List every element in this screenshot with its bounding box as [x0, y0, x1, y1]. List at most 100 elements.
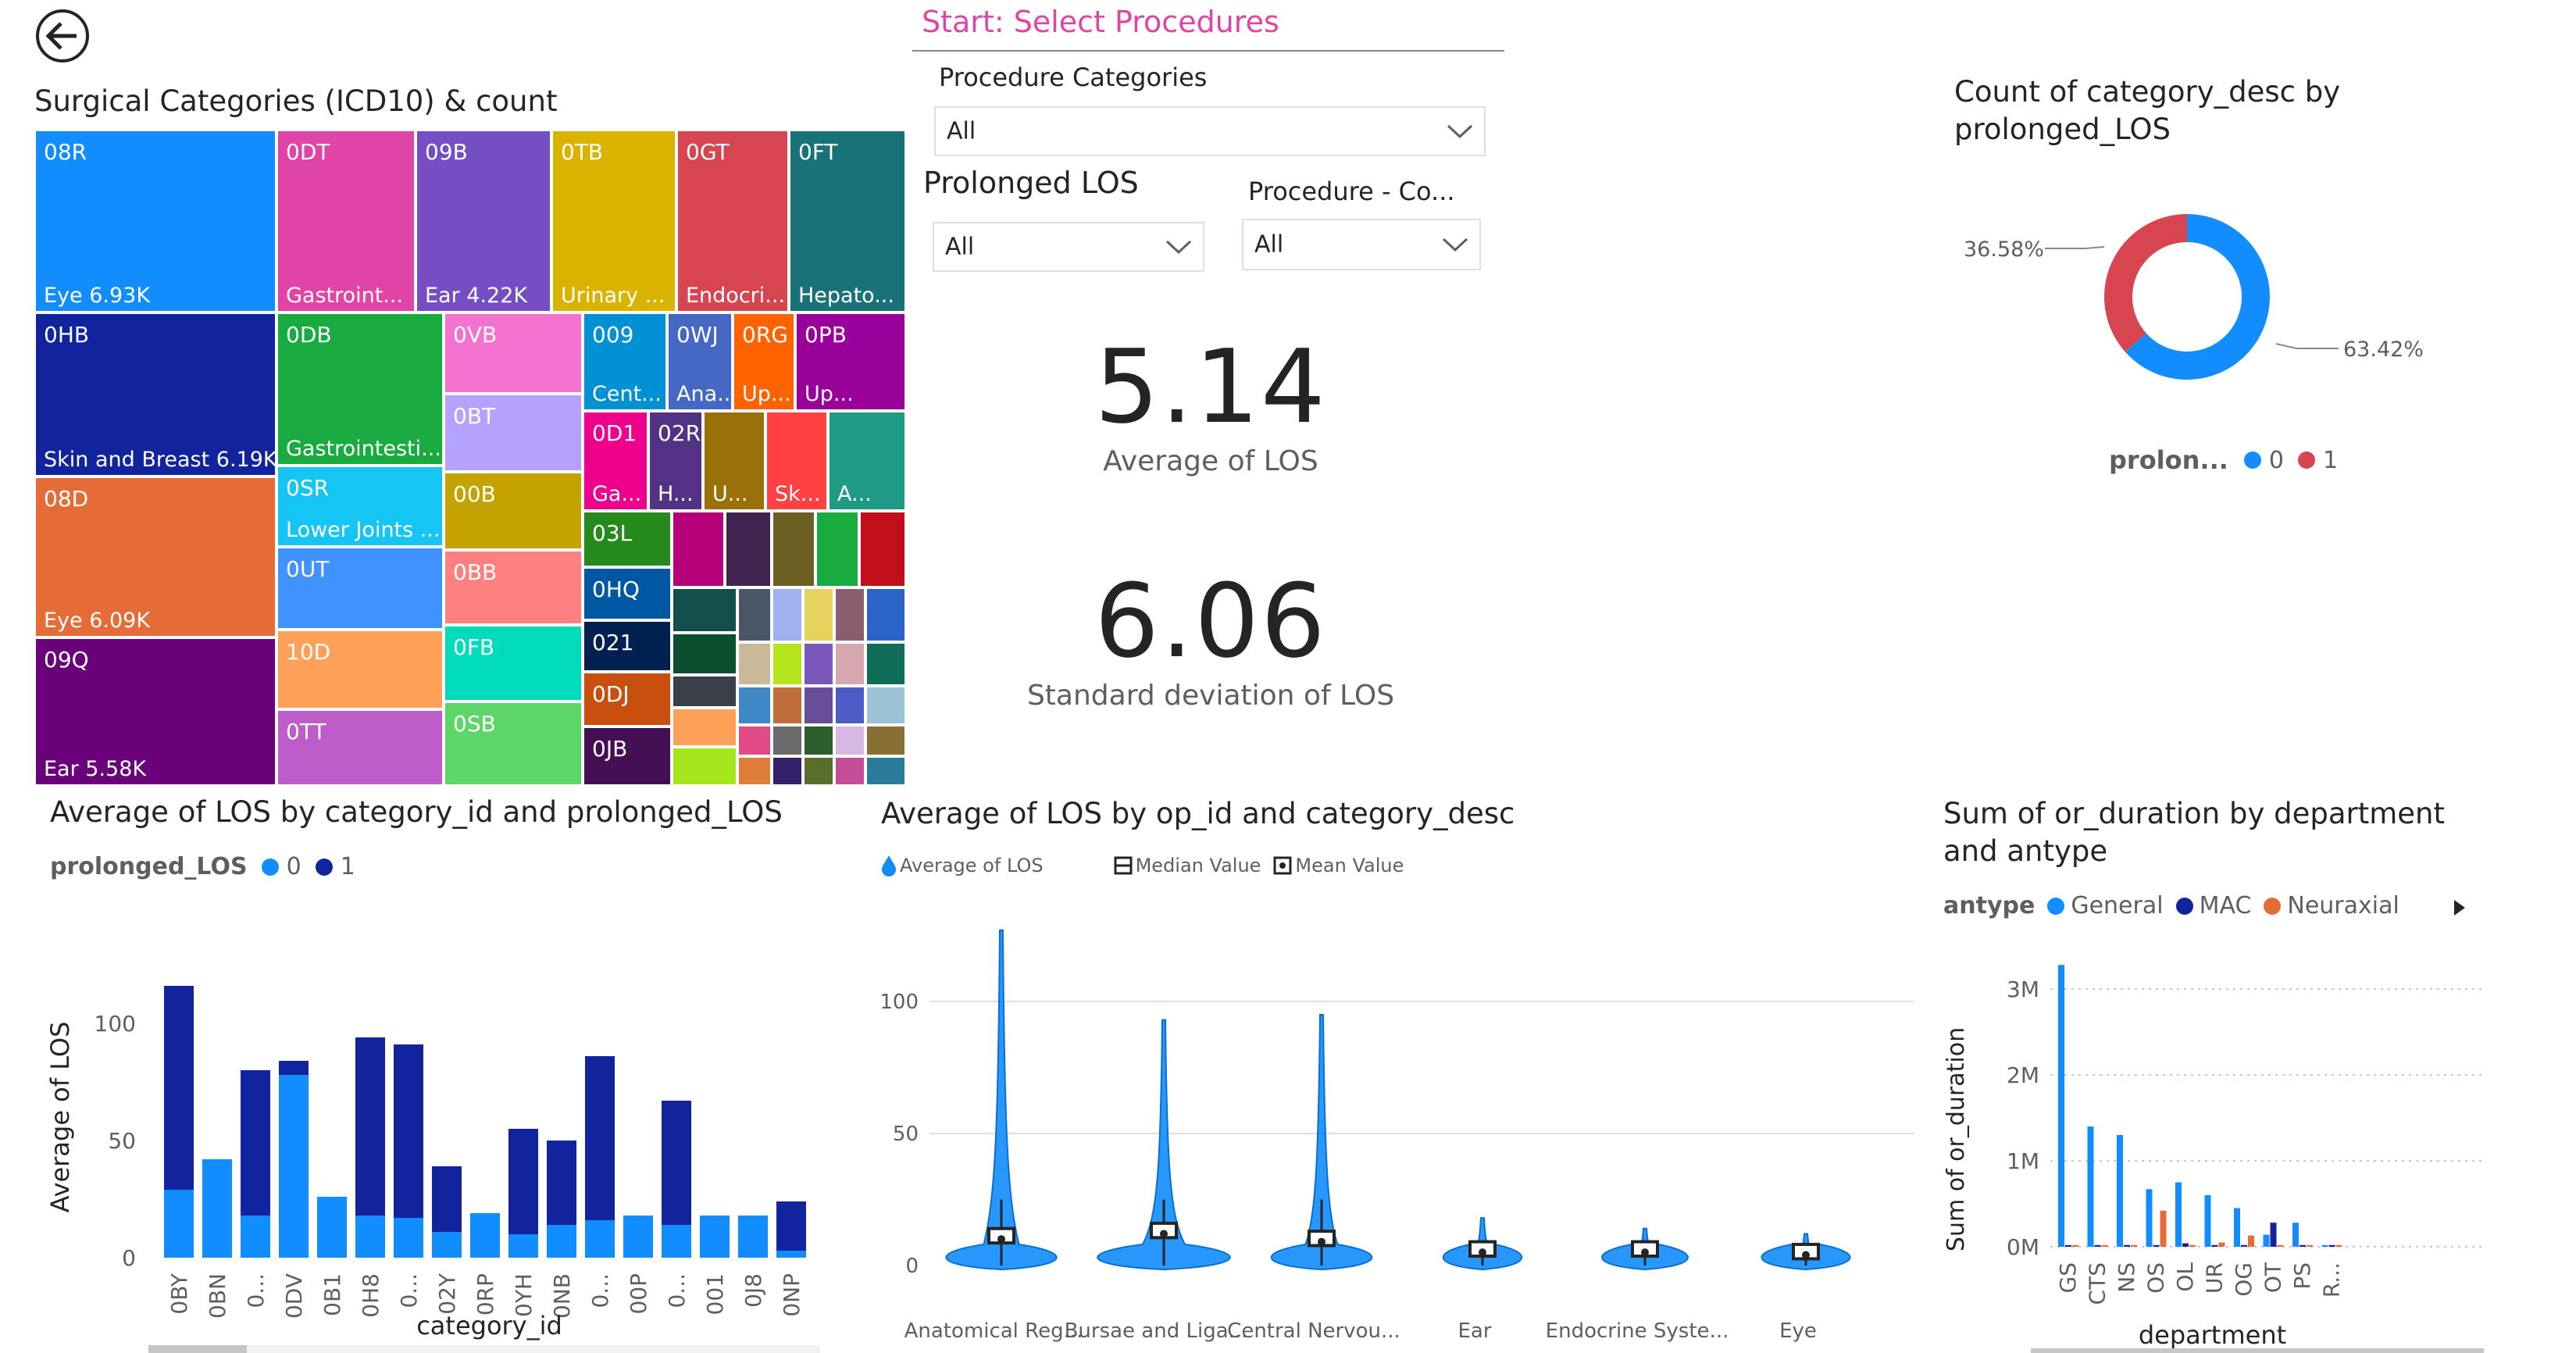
treemap-small-tile[interactable]	[737, 756, 772, 786]
treemap-tile[interactable]: 0PB Up...	[795, 312, 906, 411]
bar-segment	[738, 1216, 768, 1258]
procedure-co-label: Procedure - Co...	[1248, 177, 1455, 206]
treemap-tile[interactable]: 08R Eye 6.93K	[34, 130, 277, 312]
treemap-tile[interactable]: A...	[828, 411, 906, 511]
treemap-small-tile[interactable]	[834, 686, 865, 725]
back-button[interactable]	[34, 8, 91, 64]
treemap-tile[interactable]: 00B	[444, 472, 583, 550]
treemap-small-tile[interactable]	[772, 686, 803, 725]
treemap-tile[interactable]: 10D	[277, 630, 444, 709]
treemap-small-tile[interactable]	[834, 642, 865, 686]
violin-mean-marker	[1641, 1248, 1649, 1257]
treemap-small-tile[interactable]	[834, 756, 865, 786]
bar	[2146, 1189, 2153, 1247]
treemap-small-tile[interactable]	[865, 587, 906, 642]
bar	[2270, 1223, 2277, 1247]
treemap-tile[interactable]: 08D Eye 6.09K	[34, 477, 277, 637]
legend-next-icon[interactable]	[2453, 898, 2467, 917]
treemap-tile[interactable]: 0FT Hepato...	[789, 130, 906, 312]
procedure-co-dropdown[interactable]: All	[1242, 219, 1481, 270]
treemap-small-tile[interactable]	[803, 686, 834, 725]
treemap-small-tile[interactable]	[672, 675, 737, 708]
bar-los-chart[interactable]: 0 50 100 Average of LOS 0BY 0BN 0... 0DV 0B1 0H8 0…	[31, 906, 844, 1344]
back-arrow-icon	[36, 9, 89, 62]
treemap-tile[interactable]: 02R H...	[648, 411, 703, 511]
treemap-tile[interactable]: 0GT Endocri...	[676, 130, 789, 312]
treemap-tile[interactable]: 0VB	[444, 312, 583, 394]
treemap-small-tile[interactable]	[865, 686, 906, 725]
prolonged-los-dropdown[interactable]: All	[933, 222, 1204, 272]
x-axis-label: department	[2139, 1320, 2286, 1350]
treemap-small-tile[interactable]	[834, 587, 865, 642]
treemap-small-tile[interactable]	[803, 725, 834, 756]
treemap-small-tile[interactable]	[803, 756, 834, 786]
treemap-chart[interactable]: 08R Eye 6.93K 0HB Skin and Breast 6.19K 08D E…	[34, 130, 906, 786]
treemap-tile[interactable]: 0WJ Ana...	[667, 312, 733, 411]
treemap-small-tile[interactable]	[737, 725, 772, 756]
treemap-tile[interactable]: 0JB	[583, 726, 672, 786]
x-tick-label: 0...	[587, 1273, 613, 1308]
treemap-tile[interactable]: 0SB	[444, 701, 583, 786]
treemap-small-tile[interactable]	[803, 587, 834, 642]
legend-dot-icon	[2297, 452, 2315, 469]
violin-mean-marker	[1160, 1230, 1168, 1238]
treemap-tile[interactable]: 021	[583, 620, 672, 672]
treemap-tile[interactable]: 0D1 Ga...	[583, 411, 648, 511]
violin-mean-marker	[1802, 1251, 1810, 1259]
treemap-small-tile[interactable]	[737, 642, 772, 686]
x-tick-label: Endocrine Syste...	[1546, 1319, 1729, 1343]
treemap-small-tile[interactable]	[737, 686, 772, 725]
or-duration-legend-item: Neuraxial	[2287, 892, 2399, 919]
treemap-small-tile[interactable]	[865, 725, 906, 756]
treemap-small-tile[interactable]	[672, 511, 725, 587]
treemap-tile[interactable]: 03L	[583, 511, 672, 567]
treemap-small-tile[interactable]	[772, 587, 803, 642]
treemap-tile[interactable]: 0DJ	[583, 672, 672, 726]
treemap-tile[interactable]: 0BB	[444, 550, 583, 625]
treemap-tile[interactable]: U...	[703, 411, 765, 511]
treemap-tile[interactable]: 0DT Gastroint...	[277, 130, 416, 312]
treemap-small-tile[interactable]	[859, 511, 906, 587]
x-tick-label: Eye	[1779, 1319, 1817, 1343]
scrollbar-thumb[interactable]	[148, 1345, 247, 1353]
or-duration-chart[interactable]: 0M1M2M3MSum of or_durationGS CTS NS OS OL UR O…	[1937, 930, 2499, 1351]
legend-dot-icon	[2264, 897, 2282, 915]
treemap-tile[interactable]: 0HB Skin and Breast 6.19K	[34, 312, 277, 477]
treemap-tile[interactable]: 0HQ	[583, 567, 672, 620]
or-duration-scrollbar[interactable]	[2031, 1348, 2484, 1353]
treemap-tile[interactable]: 0DB Gastrointesti...	[277, 312, 444, 466]
treemap-small-tile[interactable]	[865, 756, 906, 786]
treemap-small-tile[interactable]	[672, 708, 737, 747]
treemap-tile[interactable]: 0FB	[444, 625, 583, 701]
treemap-small-tile[interactable]	[672, 633, 737, 675]
treemap-tile[interactable]: 09Q Ear 5.58K	[34, 637, 277, 786]
violin-chart[interactable]: 0 50 100 Anatomical Reg...Bursae and Liga..…	[867, 922, 1914, 1351]
treemap-small-tile[interactable]	[725, 511, 772, 587]
treemap-small-tile[interactable]	[865, 642, 906, 686]
treemap-tile[interactable]: 009 Cent...	[583, 312, 667, 411]
treemap-small-tile[interactable]	[772, 511, 815, 587]
treemap-small-tile[interactable]	[772, 642, 803, 686]
treemap-small-tile[interactable]	[772, 725, 803, 756]
treemap-tile[interactable]: 0TB Urinary ...	[551, 130, 676, 312]
treemap-tile[interactable]: 0UT	[277, 547, 444, 630]
treemap-small-tile[interactable]	[772, 756, 803, 786]
treemap-small-tile[interactable]	[803, 642, 834, 686]
treemap-tile[interactable]: Sk...	[765, 411, 828, 511]
bar-los-scrollbar[interactable]	[148, 1345, 820, 1353]
treemap-small-tile[interactable]	[672, 747, 737, 786]
bar-segment	[317, 1197, 347, 1258]
treemap-small-tile[interactable]	[815, 511, 859, 587]
treemap-tile[interactable]: 09B Ear 4.22K	[416, 130, 551, 312]
treemap-tile[interactable]: 0TT	[277, 709, 444, 786]
procedure-categories-dropdown[interactable]: All	[934, 106, 1486, 156]
y-tick-label: 0M	[2007, 1234, 2039, 1260]
treemap-small-tile[interactable]	[834, 725, 865, 756]
treemap-tile[interactable]: 0SR Lower Joints ...	[277, 466, 444, 547]
treemap-small-tile[interactable]	[737, 587, 772, 642]
treemap-small-tile[interactable]	[672, 587, 737, 633]
treemap-tile-label: Skin and Breast 6.19K	[44, 448, 277, 472]
treemap-tile[interactable]: 0RG Up...	[733, 312, 795, 411]
treemap-tile[interactable]: 0BT	[444, 394, 583, 472]
chevron-down-icon	[1165, 240, 1192, 255]
